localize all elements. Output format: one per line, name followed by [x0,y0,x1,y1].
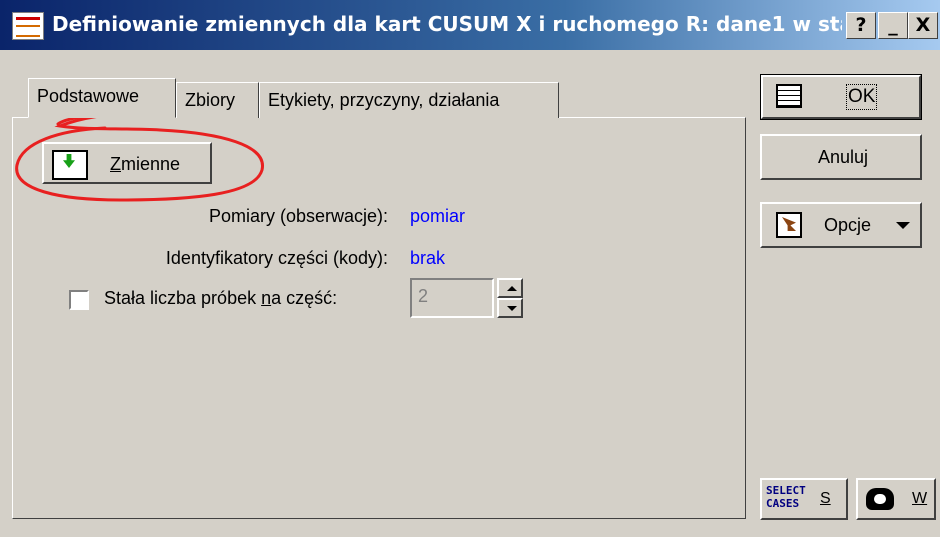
window-title: Definiowanie zmiennych dla kart CUSUM X … [52,12,842,36]
weight-icon [866,488,894,510]
table-icon [776,84,802,108]
minimize-button[interactable]: _ [878,12,908,39]
part-ids-value[interactable]: brak [410,248,445,269]
select-cases-icon: SELECT CASES [766,484,806,510]
constant-samples-checkbox[interactable] [69,290,89,310]
variables-button[interactable]: Zmienne [42,142,212,184]
close-button[interactable]: X [908,12,938,39]
measurements-label: Pomiary (obserwacje): [208,206,388,226]
constant-samples-label: Stała liczba próbek na część: [104,288,338,308]
variables-button-label: Zmienne [110,154,181,174]
weights-key: W [912,490,928,507]
spin-down-button[interactable] [497,298,523,318]
help-button[interactable]: ? [846,12,876,39]
part-ids-label: Identyfikatory części (kody): [165,248,388,268]
spin-up-button[interactable] [497,278,523,298]
variables-icon [52,150,88,180]
cancel-button[interactable]: Anuluj [760,134,922,180]
dropdown-arrow-icon [896,222,910,229]
hammer-icon [776,212,802,238]
tab-labels-causes-actions[interactable]: Etykiety, przyczyny, działania [259,82,559,118]
tab-sets[interactable]: Zbiory [176,82,259,118]
cancel-button-label: Anuluj [818,147,869,167]
tab-basic[interactable]: Podstawowe [28,78,176,118]
ok-button-label: OK [845,84,878,110]
samples-per-part-input[interactable]: 2 [410,278,494,318]
select-cases-key: S [820,490,831,507]
options-button-label: Opcje [824,215,872,235]
measurements-value[interactable]: pomiar [410,206,465,227]
app-icon [12,12,44,40]
